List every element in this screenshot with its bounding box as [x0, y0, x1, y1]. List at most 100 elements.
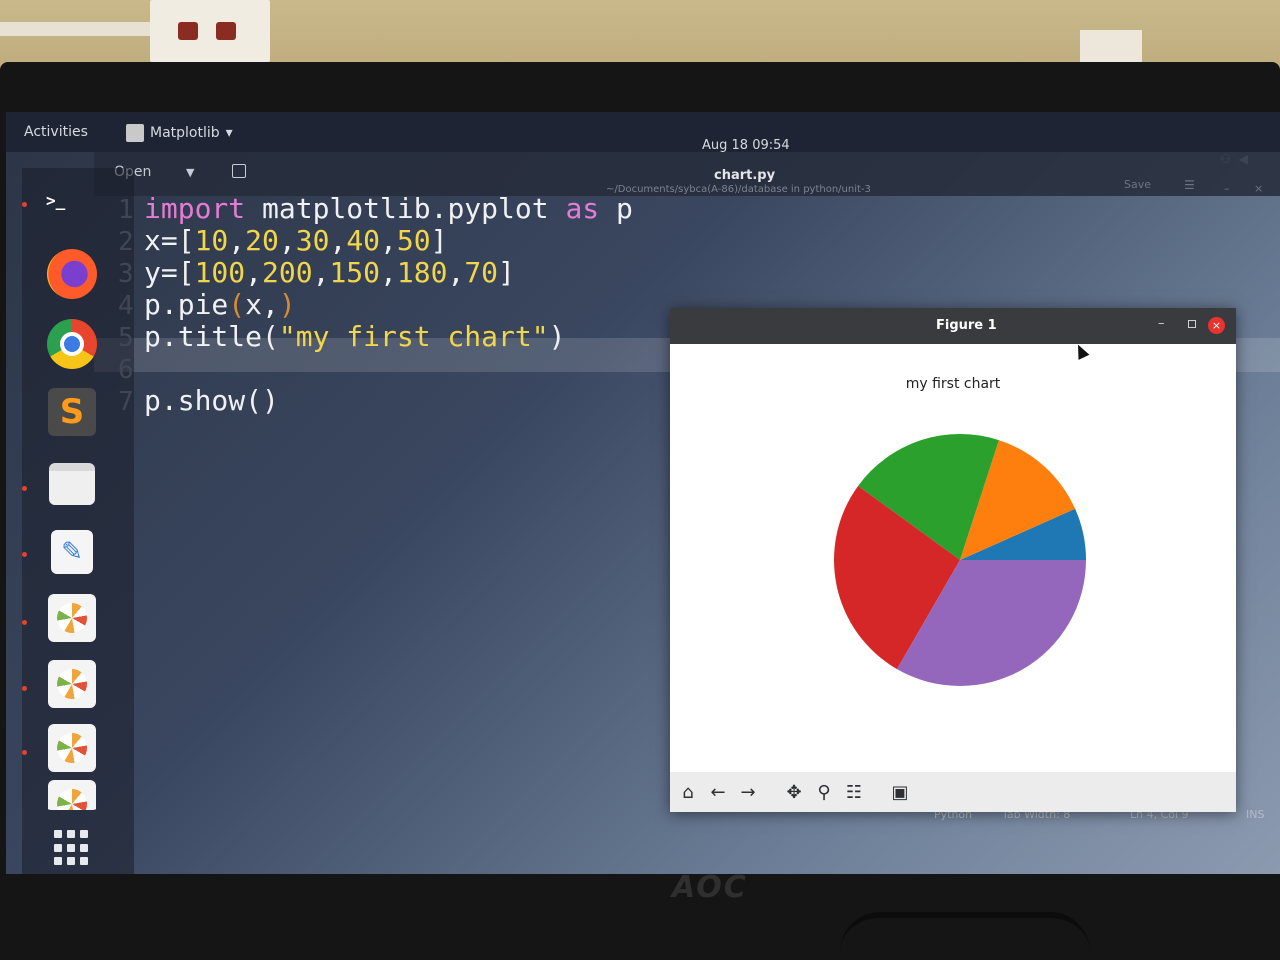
new-document-icon[interactable]	[232, 164, 246, 178]
dock-matplotlib-figure[interactable]	[42, 654, 102, 714]
figure-canvas[interactable]: my first chart	[670, 344, 1236, 772]
pan-icon[interactable]: ✥	[782, 780, 806, 804]
running-indicator	[22, 552, 27, 557]
code-token: 180	[396, 256, 448, 289]
socket-plug	[178, 22, 198, 40]
code-token: 40	[346, 224, 381, 257]
code-token: p.title(	[144, 320, 279, 353]
code-line[interactable]: 4p.pie(x,)	[118, 288, 296, 321]
dock-chrome[interactable]	[42, 314, 102, 374]
socket-plug	[216, 22, 236, 40]
configure-subplots-icon[interactable]: ☷	[842, 780, 866, 804]
code-line[interactable]: 7p.show()	[118, 384, 279, 417]
dock: >_ S ✎	[22, 168, 134, 874]
chrome-icon	[47, 319, 97, 369]
code-token: p	[599, 192, 633, 225]
wall-pipe	[0, 22, 150, 36]
forward-arrow-icon[interactable]: →	[736, 780, 760, 804]
code-token: 50	[396, 224, 431, 257]
dock-show-applications[interactable]	[42, 818, 102, 874]
running-indicator	[22, 620, 27, 625]
code-token: 200	[262, 256, 313, 289]
desktop-screen: Activities Matplotlib ▾ Aug 18 09:54 ⚇ ◀…	[6, 112, 1280, 874]
code-token: p.pie	[144, 288, 229, 321]
code-token: as	[565, 192, 600, 225]
code-token: "my first chart"	[278, 320, 549, 353]
files-folder-icon	[49, 463, 95, 505]
code-line[interactable]: 2x=[10,20,30,40,50]	[118, 224, 448, 257]
sublime-text-icon: S	[48, 388, 96, 436]
matplotlib-figure-icon	[48, 780, 96, 810]
running-indicator	[22, 486, 27, 491]
open-dropdown-icon[interactable]: ▼	[186, 166, 194, 179]
running-indicator	[22, 686, 27, 691]
document-title: chart.py	[714, 168, 776, 183]
matplotlib-figure-icon	[48, 660, 96, 708]
dock-matplotlib-figure[interactable]	[42, 588, 102, 648]
running-indicator	[22, 202, 27, 207]
code-token: x,	[245, 288, 279, 321]
minimize-icon[interactable]: –	[1158, 316, 1165, 331]
dock-firefox[interactable]	[42, 244, 102, 304]
code-token: 20	[245, 224, 279, 257]
zoom-icon[interactable]: ⚲	[812, 780, 836, 804]
dock-matplotlib-figure[interactable]	[42, 780, 102, 810]
code-token: ]	[498, 256, 515, 289]
firefox-icon	[47, 249, 97, 299]
code-token: 150	[329, 256, 381, 289]
clock[interactable]: Aug 18 09:54	[702, 138, 790, 153]
code-token: x=[	[144, 224, 195, 257]
maximize-icon[interactable]	[1188, 320, 1196, 328]
code-token: matplotlib.pyplot	[245, 192, 566, 225]
code-token: 10	[194, 224, 229, 257]
code-token: ,	[329, 224, 347, 257]
home-icon[interactable]: ⌂	[676, 780, 700, 804]
app-menu[interactable]: Matplotlib ▾	[126, 124, 233, 142]
app-grid-icon	[54, 830, 90, 866]
hamburger-menu-icon[interactable]: ☰	[1184, 178, 1195, 192]
wall-socket	[150, 0, 270, 62]
figure-titlebar[interactable]: Figure 1 – ×	[670, 308, 1236, 344]
code-token: 70	[464, 256, 499, 289]
matplotlib-figure-icon	[48, 594, 96, 642]
close-icon[interactable]: ×	[1254, 182, 1263, 195]
code-token: y=[	[144, 256, 195, 289]
monitor-cable	[840, 912, 1090, 960]
close-icon[interactable]: ×	[1208, 317, 1225, 334]
code-token: (	[228, 288, 246, 321]
insert-mode: INS	[1246, 808, 1265, 821]
code-token: import	[144, 192, 246, 225]
dock-files[interactable]	[42, 454, 102, 514]
code-token: )	[548, 320, 566, 353]
code-line[interactable]: 5p.title("my first chart")	[118, 320, 566, 353]
document-path: ~/Documents/sybca(A-86)/database in pyth…	[606, 184, 871, 195]
activities-button[interactable]: Activities	[24, 124, 88, 140]
monitor-brand-logo: AOC	[672, 870, 748, 905]
app-menu-label: Matplotlib	[150, 125, 220, 141]
figure-title: Figure 1	[936, 318, 997, 333]
text-editor-icon: ✎	[51, 530, 93, 574]
minimize-icon[interactable]: –	[1224, 182, 1230, 195]
code-token: 100	[194, 256, 246, 289]
code-token: )	[278, 288, 296, 321]
figure-window: Figure 1 – × my first chart ⌂ ← → ✥ ⚲ ☷ …	[670, 308, 1236, 812]
code-line[interactable]: 3y=[100,200,150,180,70]	[118, 256, 515, 289]
code-token: ,	[228, 224, 246, 257]
code-token: ,	[447, 256, 465, 289]
back-arrow-icon[interactable]: ←	[706, 780, 730, 804]
matplotlib-figure-icon	[48, 724, 96, 772]
dock-terminal[interactable]: >_	[42, 180, 102, 220]
gedit-headerbar: Open ▼ chart.py ~/Documents/sybca(A-86)/…	[94, 152, 1280, 196]
dock-matplotlib-figure[interactable]	[42, 718, 102, 778]
save-button[interactable]: Save	[1124, 178, 1151, 191]
dock-sublime-text[interactable]: S	[42, 382, 102, 442]
dock-text-editor[interactable]: ✎	[42, 522, 102, 582]
figure-toolbar: ⌂ ← → ✥ ⚲ ☷ ▣	[670, 772, 1236, 812]
matplotlib-app-icon	[126, 124, 144, 142]
code-token: ]	[430, 224, 448, 257]
code-line[interactable]: 1import matplotlib.pyplot as p	[118, 192, 633, 225]
save-figure-icon[interactable]: ▣	[888, 780, 912, 804]
code-token: ,	[245, 256, 263, 289]
code-token: ,	[380, 256, 397, 289]
terminal-icon: >_	[46, 190, 66, 210]
